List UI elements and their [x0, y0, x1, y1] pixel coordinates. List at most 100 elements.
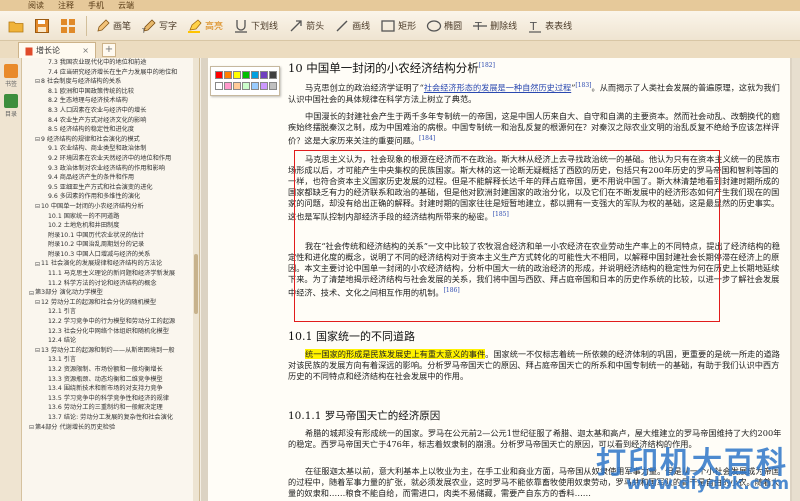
toc-item-label: 第4部分 代谢增长的历史检验 — [35, 423, 116, 431]
color-swatch[interactable] — [251, 82, 259, 90]
toc-item[interactable]: 13.6 劳动分工的三重制约和一般解决定理 — [22, 403, 199, 413]
toc-panel-button[interactable]: 目录 — [0, 88, 22, 118]
color-swatch[interactable] — [251, 71, 259, 79]
color-swatch[interactable] — [242, 71, 250, 79]
toc-item[interactable]: 12.2 学习竞争中的行为模型和劳动分工的起源 — [22, 317, 199, 327]
add-tab-button[interactable]: + — [102, 43, 116, 57]
toc-item[interactable]: 8.5 经济结构的稳定性和进化度 — [22, 125, 199, 135]
close-tab-icon[interactable]: × — [82, 46, 89, 55]
toc-item[interactable]: 9.3 政治体制对农业经济结构的作用和影响 — [22, 164, 199, 174]
toc-item[interactable]: 10.1 国家统一的不同道路 — [22, 212, 199, 222]
toc-list: 7.3 我国农业现代化中的地位和前途 7.4 应当研究经济增长在生产力发展中的地位… — [22, 58, 199, 432]
toc-item[interactable]: 12.1 引言 — [22, 307, 199, 317]
color-swatch[interactable] — [233, 71, 241, 79]
document-scrollbar[interactable] — [792, 58, 800, 501]
color-swatch[interactable] — [215, 71, 223, 79]
pen-tool-button[interactable]: 画笔 — [91, 13, 135, 39]
color-swatch[interactable] — [224, 82, 232, 90]
rectangle-annotation[interactable] — [294, 150, 720, 322]
folder-icon — [8, 18, 24, 34]
toc-item[interactable]: 8.3 人口因素在农业与经济中的增长 — [22, 106, 199, 116]
toc-label: 目录 — [4, 111, 17, 118]
grid-view-button[interactable] — [56, 13, 80, 39]
toc-item[interactable]: 附录10.1 中国历代农业状况的估计 — [22, 231, 199, 241]
toc-item[interactable]: 10.2 土地危机和井田制度 — [22, 221, 199, 231]
toc-item[interactable]: 9.1 农业结构、商业类型和政治体制 — [22, 144, 199, 154]
ellipse-tool-button[interactable]: 椭圆 — [422, 13, 466, 39]
toc-item[interactable]: 13.1 引言 — [22, 355, 199, 365]
toc-item[interactable]: 9.6 多因素的作用和多维性的演化 — [22, 192, 199, 202]
color-swatch[interactable] — [269, 82, 277, 90]
toc-item[interactable]: ⊟ 8 社会制度与经济结构的关系 — [22, 77, 199, 87]
toc-item[interactable]: 11.1 马克思主义理论的新问题和经济学新发展 — [22, 269, 199, 279]
underline-tool-button[interactable]: 下划线 — [229, 13, 282, 39]
toc-collapse-icon[interactable]: ⊟ — [34, 347, 41, 354]
toc-collapse-icon[interactable]: ⊟ — [34, 261, 41, 268]
toc-item[interactable]: 13.2 资源限制、市场份额和一般均衡增长 — [22, 365, 199, 375]
menu-item-annotate[interactable]: 注释 — [58, 0, 74, 11]
strikethrough-tool-button[interactable]: T 删除线 — [468, 13, 521, 39]
highlight-tool-button[interactable]: 高亮 — [183, 13, 227, 39]
toc-item-label: 13 劳动分工的起源和制约——从斯密困境到一般 — [41, 346, 175, 354]
toc-item-label: 13.4 围绕新技术和新市场的对支持力竞争 — [48, 385, 163, 393]
toc-item[interactable]: 12.3 社会分化中网络个体组织和随机化模型 — [22, 327, 199, 337]
toc-item[interactable]: 13.7 结论: 劳动分工发展的复杂性和社会演化 — [22, 413, 199, 423]
toc-item[interactable]: 7.3 我国农业现代化中的地位和前途 — [22, 58, 199, 68]
menu-item-read[interactable]: 阅读 — [28, 0, 44, 11]
toc-collapse-icon[interactable]: ⊟ — [28, 424, 35, 431]
toc-item[interactable]: 8.2 生态地理与经济技术结构 — [22, 96, 199, 106]
document-tab[interactable]: 增长论 × — [18, 42, 96, 58]
toc-item[interactable]: 12.4 结论 — [22, 336, 199, 346]
write-tool-button[interactable]: T 写字 — [137, 13, 181, 39]
toc-collapse-icon[interactable]: ⊟ — [34, 78, 41, 85]
toc-collapse-icon[interactable]: ⊟ — [34, 299, 41, 306]
arrow-tool-button[interactable]: 箭头 — [284, 13, 328, 39]
menu-item-mobile[interactable]: 手机 — [88, 0, 104, 11]
toc-item[interactable]: ⊟ 10 中国单一封闭的小农经济结构分析 — [22, 202, 199, 212]
color-swatch[interactable] — [269, 71, 277, 79]
toc-collapse-icon[interactable]: ⊟ — [28, 290, 35, 297]
toc-item[interactable]: ⊟ 11 社会演化的发展规律和经济结构的方法论 — [22, 259, 199, 269]
p2-ref[interactable]: [184] — [419, 135, 435, 142]
toc-item[interactable]: ⊟ 第4部分 代谢增长的历史检验 — [22, 423, 199, 433]
toc-item-label: 12.1 引言 — [48, 308, 77, 316]
toc-item[interactable]: 11.2 科学方法的讨论和经济结构的概念 — [22, 279, 199, 289]
toc-scroll-thumb[interactable] — [194, 254, 198, 314]
line-tool-button[interactable]: 画线 — [330, 13, 374, 39]
save-button[interactable] — [30, 13, 54, 39]
menu-item-cloud[interactable]: 云端 — [118, 0, 134, 11]
toc-scrollbar[interactable] — [193, 58, 199, 501]
color-swatch[interactable] — [215, 82, 223, 90]
color-swatch[interactable] — [260, 71, 268, 79]
toc-item[interactable]: 9.2 环境因素在农业天然经济中的地位和作用 — [22, 154, 199, 164]
color-swatch[interactable] — [233, 82, 241, 90]
toc-item[interactable]: 13.3 资源瓶颈、动态均衡和二维竞争模型 — [22, 375, 199, 385]
toc-collapse-icon[interactable]: ⊟ — [34, 136, 41, 143]
toc-item[interactable]: ⊟ 12 劳动分工的起源和社会分化的随机模型 — [22, 298, 199, 308]
toc-item[interactable]: ⊟ 9 经济结构的规律和社会演化的模式 — [22, 135, 199, 145]
toc-item[interactable]: 9.5 亚细亚生产方式和社会演变的进化 — [22, 183, 199, 193]
toc-item[interactable]: 附录10.3 中国人口增减与经济的关系 — [22, 250, 199, 260]
reader-app: 阅读 注释 手机 云端 画笔 T 写字 高亮 下划线 箭头 画线 矩形 椭圆 删… — [0, 0, 800, 501]
toc-item[interactable]: 8.4 农业生产方式对经济文化的影响 — [22, 116, 199, 126]
toc-item[interactable]: 7.4 应当研究经济增长在生产力发展中的地位和 — [22, 68, 199, 78]
chapter-heading-ref[interactable]: [182] — [479, 62, 495, 69]
rectangle-tool-button[interactable]: 矩形 — [376, 13, 420, 39]
toc-item[interactable]: 9.4 商品经济产生的条件和作用 — [22, 173, 199, 183]
bookmarks-panel-button[interactable]: 书签 — [0, 58, 22, 88]
color-swatch[interactable] — [260, 82, 268, 90]
toc-item[interactable]: ⊟ 第3部分 演化动力学模型 — [22, 288, 199, 298]
toc-collapse-icon[interactable]: ⊟ — [34, 203, 41, 210]
toc-item[interactable]: 13.4 围绕新技术和新市场的对支持力竞争 — [22, 384, 199, 394]
table-line-tool-button[interactable]: T 表表线 — [523, 13, 576, 39]
toc-item[interactable]: 附录10.2 中国治乱周期划分的记录 — [22, 240, 199, 250]
open-folder-button[interactable] — [4, 13, 28, 39]
toc-item[interactable]: ⊟ 13 劳动分工的起源和制约——从斯密困境到一般 — [22, 346, 199, 356]
toc-item[interactable]: 8.1 欧洲和中国政策传统的比较 — [22, 87, 199, 97]
color-swatch[interactable] — [224, 71, 232, 79]
color-swatch[interactable] — [242, 82, 250, 90]
toc-item[interactable]: 13.5 学习竞争中的科学竞争性和经济的规律 — [22, 394, 199, 404]
ellipse-tool-label: 椭圆 — [444, 22, 463, 32]
p1-ref[interactable]: [183] — [575, 82, 591, 89]
strikethrough-icon: T — [472, 18, 488, 34]
